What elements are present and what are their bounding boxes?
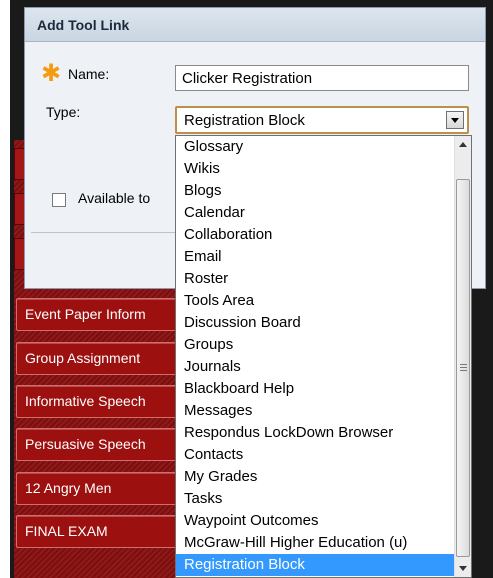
dropdown-option-registration-block[interactable]: Registration Block xyxy=(176,554,455,576)
dropdown-options: Glossary Wikis Blogs Calendar Collaborat… xyxy=(176,136,455,576)
type-label: Type: xyxy=(46,104,81,120)
dropdown-option-collaboration[interactable]: Collaboration xyxy=(176,224,455,246)
dropdown-option-waypoint-outcomes[interactable]: Waypoint Outcomes xyxy=(176,510,455,532)
dropdown-option-calendar[interactable]: Calendar xyxy=(176,202,455,224)
dropdown-option-contacts[interactable]: Contacts xyxy=(176,444,455,466)
course-menu-item[interactable]: Informative Speech xyxy=(16,385,186,418)
arrow-up-icon[interactable] xyxy=(455,136,471,153)
type-dropdown-list[interactable]: Glossary Wikis Blogs Calendar Collaborat… xyxy=(175,135,472,578)
divider xyxy=(31,232,181,233)
course-menu-item[interactable]: Group Assignment xyxy=(16,342,186,375)
name-label: Name: xyxy=(68,66,110,82)
dropdown-option-respondus[interactable]: Respondus LockDown Browser xyxy=(176,422,455,444)
arrow-down-icon[interactable] xyxy=(455,560,471,577)
dropdown-option-blackboard-help[interactable]: Blackboard Help xyxy=(176,378,455,400)
chevron-down-icon[interactable] xyxy=(446,111,464,129)
asterisk-icon: ✱ xyxy=(41,60,62,87)
course-menu-item[interactable]: 12 Angry Men xyxy=(16,472,186,505)
dropdown-option-messages[interactable]: Messages xyxy=(176,400,455,422)
dropdown-option-blogs[interactable]: Blogs xyxy=(176,180,455,202)
dropdown-option-mcgraw-hill[interactable]: McGraw-Hill Higher Education (u) xyxy=(176,532,455,554)
dropdown-scrollbar[interactable] xyxy=(454,136,471,577)
available-label: Available to xyxy=(78,190,151,206)
dropdown-option-tools-area[interactable]: Tools Area xyxy=(176,290,455,312)
dropdown-option-tasks[interactable]: Tasks xyxy=(176,488,455,510)
type-select-value: Registration Block xyxy=(184,112,305,129)
dropdown-option-roster[interactable]: Roster xyxy=(176,268,455,290)
dropdown-option-groups[interactable]: Groups xyxy=(176,334,455,356)
dropdown-option-wikis[interactable]: Wikis xyxy=(176,158,455,180)
course-menu-item[interactable]: Persuasive Speech xyxy=(16,428,186,461)
dropdown-option-my-grades[interactable]: My Grades xyxy=(176,466,455,488)
course-menu-item[interactable]: Event Paper Inform xyxy=(16,298,186,331)
dropdown-option-glossary[interactable]: Glossary xyxy=(176,136,455,158)
scrollbar-thumb[interactable] xyxy=(456,179,470,557)
course-menu-item[interactable]: FINAL EXAM xyxy=(16,515,186,548)
name-field[interactable]: Clicker Registration xyxy=(175,65,469,91)
dropdown-option-email[interactable]: Email xyxy=(176,246,455,268)
dialog-title: Add Tool Link xyxy=(25,8,485,42)
type-select[interactable]: Registration Block xyxy=(175,106,469,134)
available-checkbox[interactable] xyxy=(52,193,66,207)
dropdown-option-discussion-board[interactable]: Discussion Board xyxy=(176,312,455,334)
dropdown-option-journals[interactable]: Journals xyxy=(176,356,455,378)
